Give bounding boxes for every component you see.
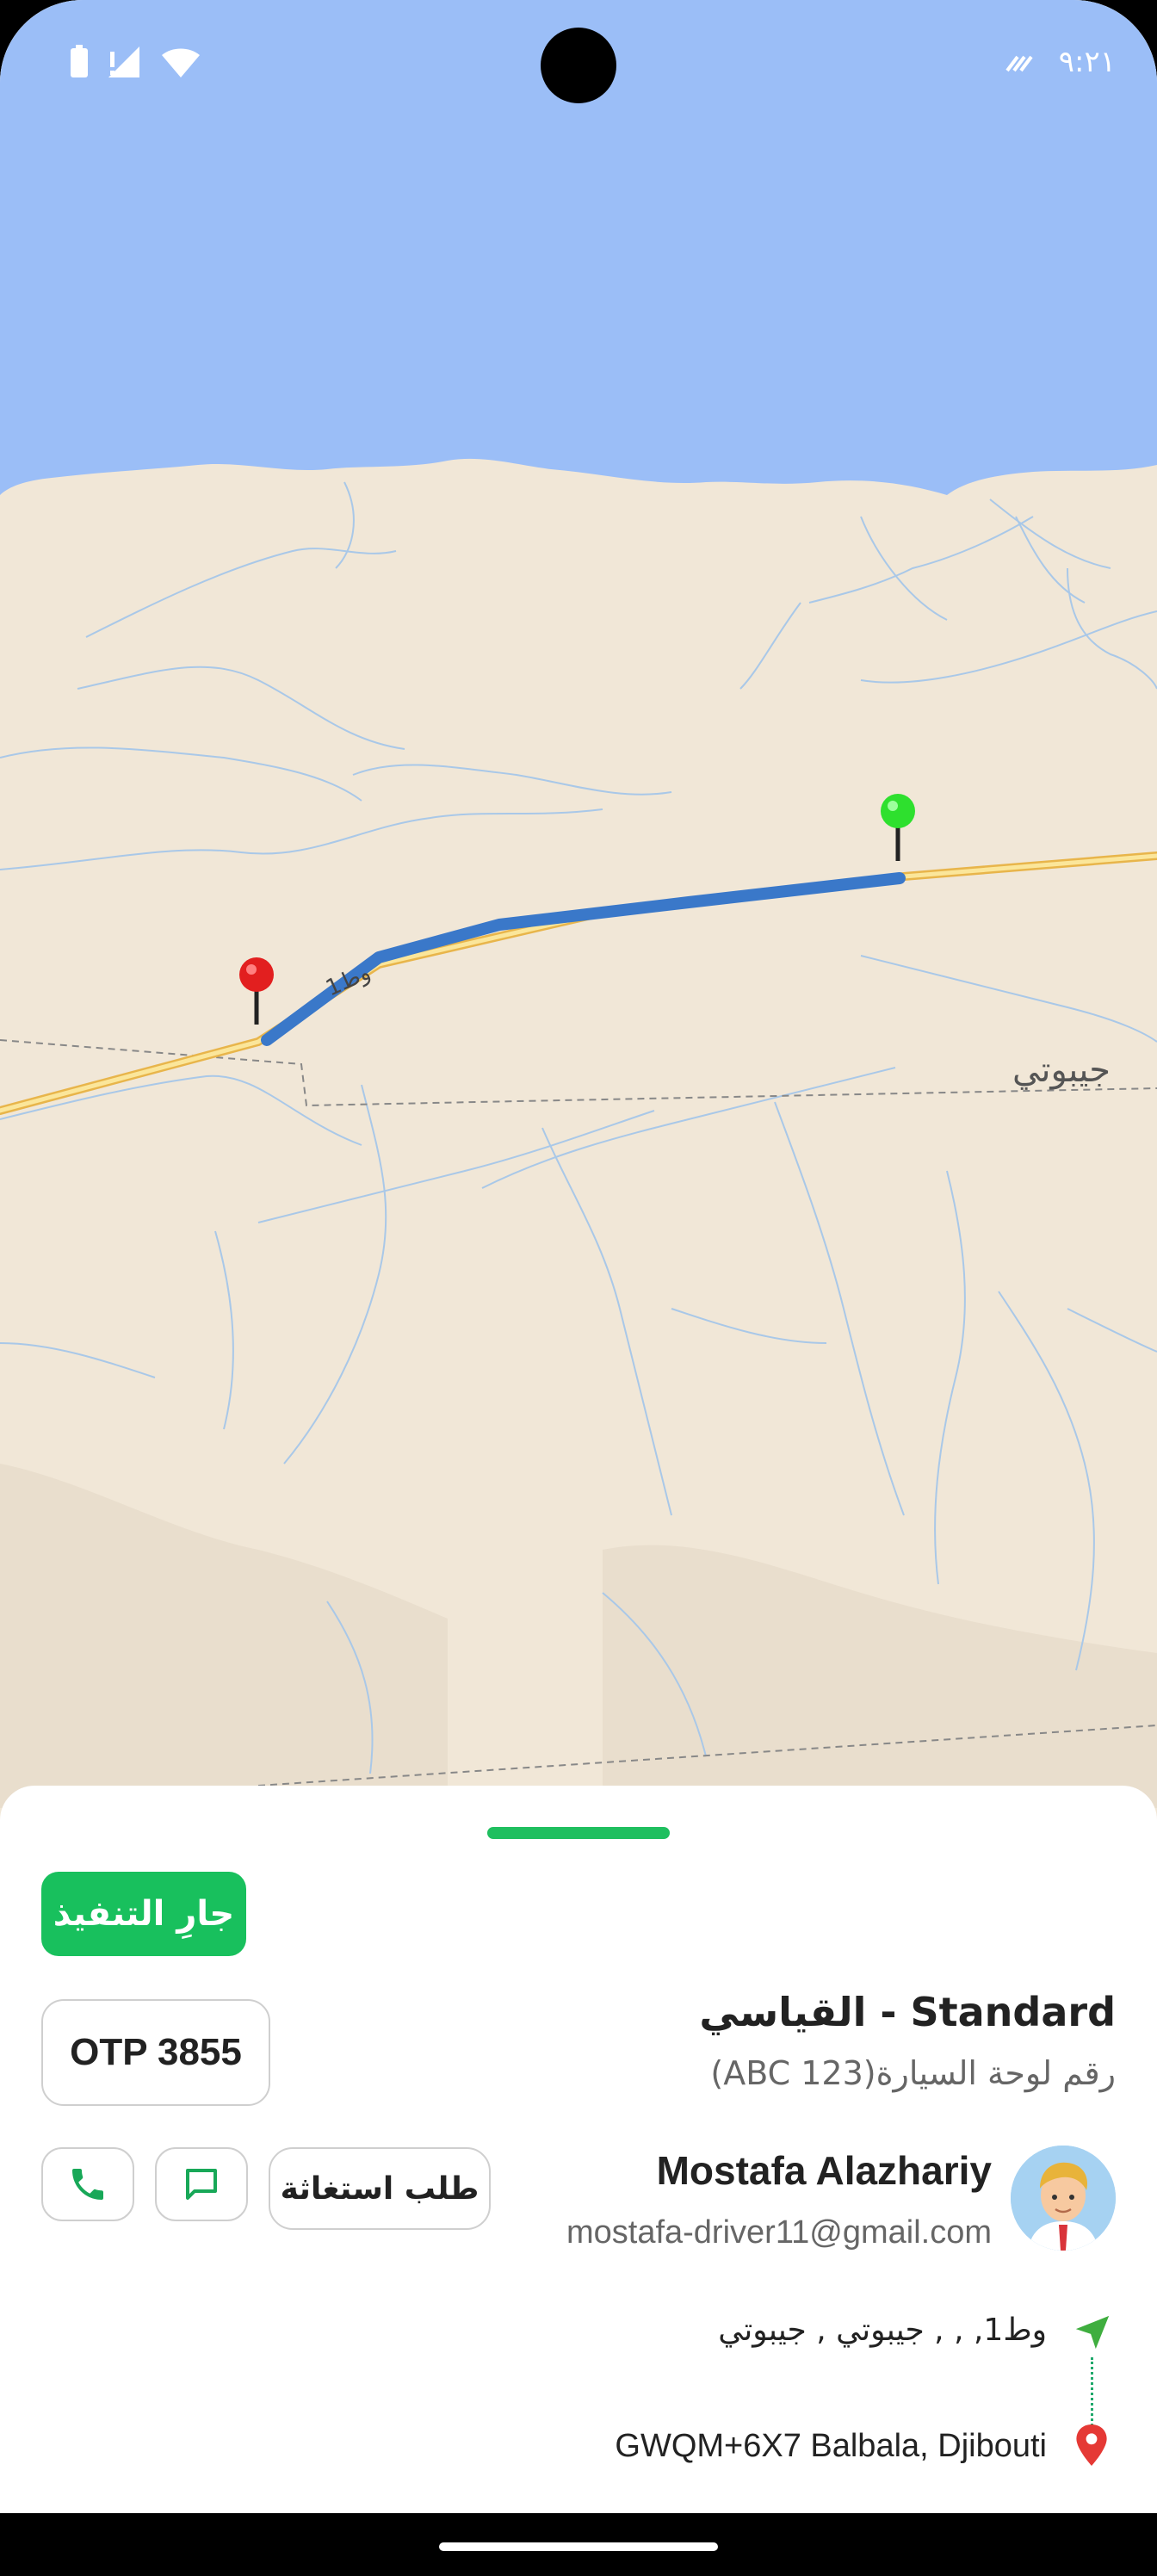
sheet-drag-handle[interactable] [487,1827,670,1839]
message-driver-button[interactable] [155,2147,248,2221]
notification-icon [1005,55,1033,72]
sos-request-button[interactable]: طلب استغاثة [269,2147,491,2230]
phone-icon [72,2169,103,2200]
signal-icon [108,46,139,77]
call-driver-button[interactable] [41,2147,134,2221]
navigation-arrow-icon [1075,2315,1110,2350]
driver-email: mostafa-driver11@gmail.com [566,2214,992,2251]
service-title: Standard - القياسي [699,1989,1116,2035]
wifi-icon [162,48,200,77]
map-view[interactable] [0,0,1157,1808]
map-country-label: جيبوتي [1012,1050,1111,1090]
home-gesture-bar[interactable] [439,2542,718,2551]
ride-details-sheet: جارِ التنفيذ OTP 3855 Standard - القياسي… [0,1786,1157,2513]
vehicle-plate: رقم لوحة السيارة(ABC 123) [710,2054,1116,2092]
driver-name: Mostafa Alazhariy [656,2148,992,2193]
status-time: ٩:٢١ [1058,45,1116,79]
front-camera [541,28,616,103]
system-navigation-bar [0,2513,1157,2576]
route-connector [1091,2357,1093,2426]
app-screen: جيبوتي وط1 ٩:٢١ جارِ التنفيذ OTP 3855 St… [0,0,1157,2576]
battery-icon [71,45,88,77]
otp-badge: OTP 3855 [41,1999,270,2106]
chat-icon [186,2169,217,2200]
driver-avatar [1011,2146,1116,2251]
location-pin-icon [1076,2424,1107,2466]
pickup-address: وط1, , , جيبوتي , جيبوتي [718,2313,1047,2348]
dropoff-address: GWQM+6X7 Balbala, Djibouti [615,2428,1047,2464]
status-bar: ٩:٢١ [0,0,1157,129]
status-icons [69,45,200,79]
ride-status-badge: جارِ التنفيذ [41,1872,246,1956]
